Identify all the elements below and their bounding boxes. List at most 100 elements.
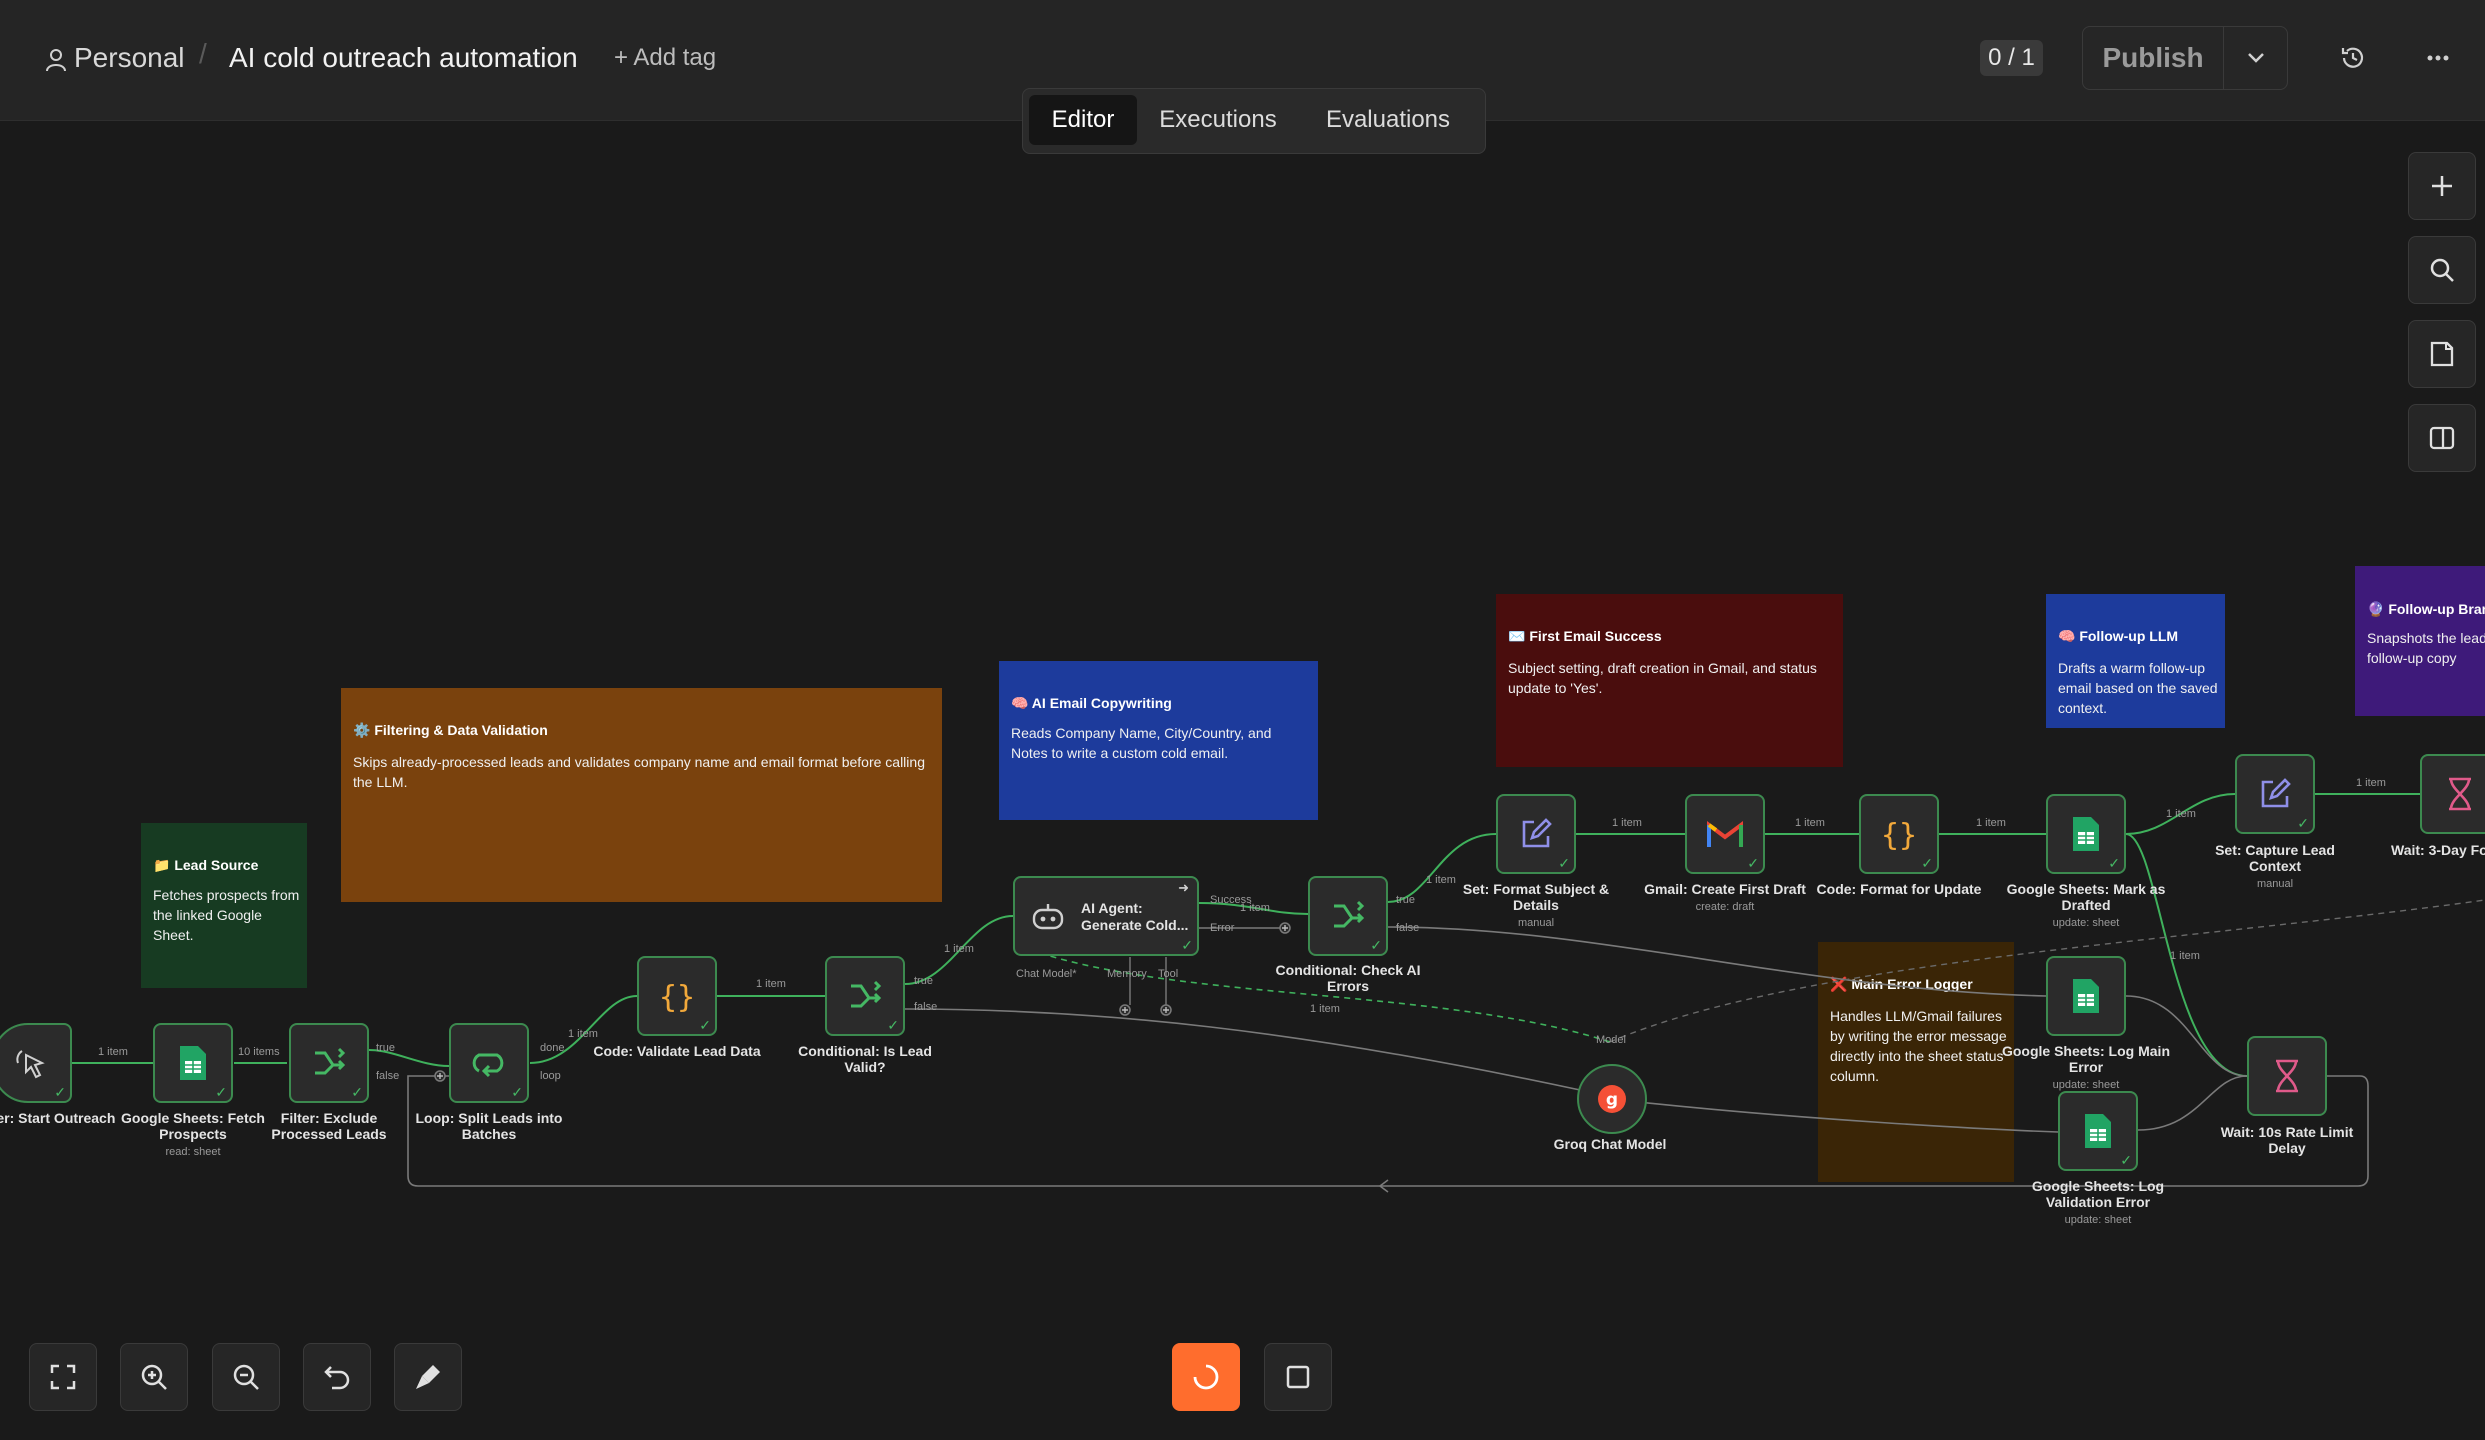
- svg-text:{}: {}: [659, 980, 695, 1013]
- check-icon: ✓: [511, 1084, 523, 1100]
- node-is-lead-valid[interactable]: ✓: [825, 956, 905, 1036]
- node-fetch-prospects[interactable]: ✓: [153, 1023, 233, 1103]
- node-label: Conditional: Check AI Errors: [1275, 962, 1421, 994]
- node-label: Google Sheets: Log Main Error: [2001, 1043, 2170, 1075]
- hourglass-icon: [2276, 1059, 2298, 1093]
- open-arrow-icon[interactable]: ➜: [1178, 880, 1189, 896]
- edge-label: true: [376, 1042, 395, 1054]
- node-log-main-error[interactable]: [2046, 956, 2126, 1036]
- edge-label: loop: [540, 1070, 561, 1082]
- check-icon: ✓: [1747, 855, 1759, 871]
- stop-execution-button[interactable]: [1264, 1343, 1332, 1411]
- edge-label: 1 item: [2170, 950, 2200, 962]
- node-format-update[interactable]: {} ✓: [1859, 794, 1939, 874]
- edge-label: 1 item: [2166, 808, 2196, 820]
- sheets-icon: [2085, 1114, 2111, 1148]
- edge-label: Tool: [1158, 968, 1179, 980]
- fit-view-button[interactable]: [29, 1343, 97, 1411]
- node-label: Conditional: Is Lead Valid?: [798, 1043, 932, 1075]
- node-groq-chat-model[interactable]: g: [1577, 1064, 1647, 1134]
- edge-label: true: [914, 975, 933, 987]
- node-label: Groq Chat Model: [1553, 1136, 1667, 1152]
- check-icon: ✓: [2120, 1152, 2132, 1168]
- robot-icon: [1032, 904, 1064, 930]
- sheets-icon: [180, 1046, 206, 1080]
- gmail-icon: [1707, 821, 1743, 847]
- node-wait-3-day[interactable]: [2420, 754, 2485, 834]
- node-label: Code: Validate Lead Data: [593, 1043, 761, 1059]
- node-capture-context[interactable]: ✓: [2235, 754, 2315, 834]
- node-manual-trigger[interactable]: ✓: [0, 1023, 72, 1103]
- node-filter[interactable]: ✓: [289, 1023, 369, 1103]
- check-icon: ✓: [1558, 855, 1570, 871]
- execute-workflow-button[interactable]: [1172, 1343, 1240, 1411]
- node-subtitle: manual: [1517, 917, 1555, 929]
- edge-label: 1 item: [1310, 1003, 1340, 1015]
- undo-icon: [324, 1366, 350, 1390]
- edge-label: 1 item: [1976, 817, 2006, 829]
- node-label: Google Sheets: Log Validation Error: [2031, 1178, 2165, 1210]
- edge-label: Chat Model*: [1016, 968, 1077, 980]
- node-log-validation-error[interactable]: ✓: [2058, 1091, 2138, 1171]
- node-label: Wait: 3-Day Fo Delay: [2391, 842, 2485, 858]
- if-icon: [1334, 900, 1365, 928]
- node-format-subject[interactable]: ✓: [1496, 794, 1576, 874]
- cursor-click-icon: [16, 1050, 45, 1079]
- hourglass-icon: [2449, 777, 2471, 811]
- code-icon: {}: [1881, 818, 1917, 851]
- check-icon: ✓: [2108, 855, 2120, 871]
- edge-label: 1 item: [2356, 777, 2386, 789]
- node-label: Wait: 10s Rate Limit Delay: [2220, 1124, 2354, 1156]
- tidy-up-icon: [416, 1365, 440, 1389]
- fit-view-icon: [50, 1364, 76, 1390]
- node-subtitle: create: draft: [1695, 901, 1755, 913]
- zoom-in-button[interactable]: [120, 1343, 188, 1411]
- if-icon: [851, 980, 882, 1008]
- sheets-icon: [2073, 817, 2099, 851]
- zoom-in-icon: [141, 1364, 167, 1390]
- edge-label: false: [376, 1070, 400, 1082]
- edge-label: done: [540, 1042, 565, 1054]
- node-subtitle: manual: [2256, 878, 2294, 890]
- node-label: AI Agent: Generate Cold...: [1081, 900, 1189, 933]
- check-icon: ✓: [699, 1017, 711, 1033]
- node-gmail-draft[interactable]: ✓: [1685, 794, 1765, 874]
- node-wait-10s[interactable]: [2247, 1036, 2327, 1116]
- node-subtitle: update: sheet: [2064, 1214, 2132, 1226]
- svg-text:g: g: [1606, 1090, 1618, 1110]
- node-label: Loop: Split Leads into Batches: [415, 1110, 563, 1142]
- node-check-ai-errors[interactable]: ✓: [1308, 876, 1388, 956]
- loading-icon: [1193, 1364, 1219, 1390]
- edge-label: 1 item: [756, 978, 786, 990]
- edge-label: Memory: [1107, 968, 1147, 980]
- node-validate-lead[interactable]: {} ✓: [637, 956, 717, 1036]
- check-icon: ✓: [54, 1084, 66, 1100]
- stop-icon: [1286, 1365, 1310, 1389]
- edge-label: false: [1396, 922, 1420, 934]
- loop-icon: [472, 1053, 504, 1078]
- node-ai-agent[interactable]: AI Agent: Generate Cold... ➜ ✓: [1013, 876, 1199, 956]
- node-loop-batches[interactable]: ✓: [449, 1023, 529, 1103]
- edge-label: true: [1396, 894, 1415, 906]
- check-icon: ✓: [1181, 937, 1193, 953]
- edge-label: 1 item: [98, 1046, 128, 1058]
- edge-label: 1 item: [568, 1028, 598, 1040]
- edge-label: 1 item: [1612, 817, 1642, 829]
- node-mark-drafted[interactable]: ✓: [2046, 794, 2126, 874]
- zoom-out-button[interactable]: [212, 1343, 280, 1411]
- node-subtitle: update: sheet: [2052, 917, 2120, 929]
- undo-button[interactable]: [303, 1343, 371, 1411]
- edge-label: 1 item: [944, 943, 974, 955]
- check-icon: ✓: [2297, 815, 2309, 831]
- tidy-up-button[interactable]: [394, 1343, 462, 1411]
- zoom-out-icon: [233, 1364, 259, 1390]
- node-label: Gmail: Create First Draft: [1644, 881, 1806, 897]
- edge-to-logval: [1619, 1099, 2059, 1133]
- edge-label: Error: [1210, 922, 1235, 934]
- groq-icon: g: [1598, 1085, 1626, 1113]
- check-icon: ✓: [1370, 937, 1382, 953]
- edge-label: false: [914, 1001, 938, 1013]
- svg-text:{}: {}: [1881, 818, 1917, 851]
- node-label: Set: Capture Lead Context: [2215, 842, 2335, 874]
- node-label: Code: Format for Update: [1816, 881, 1982, 897]
